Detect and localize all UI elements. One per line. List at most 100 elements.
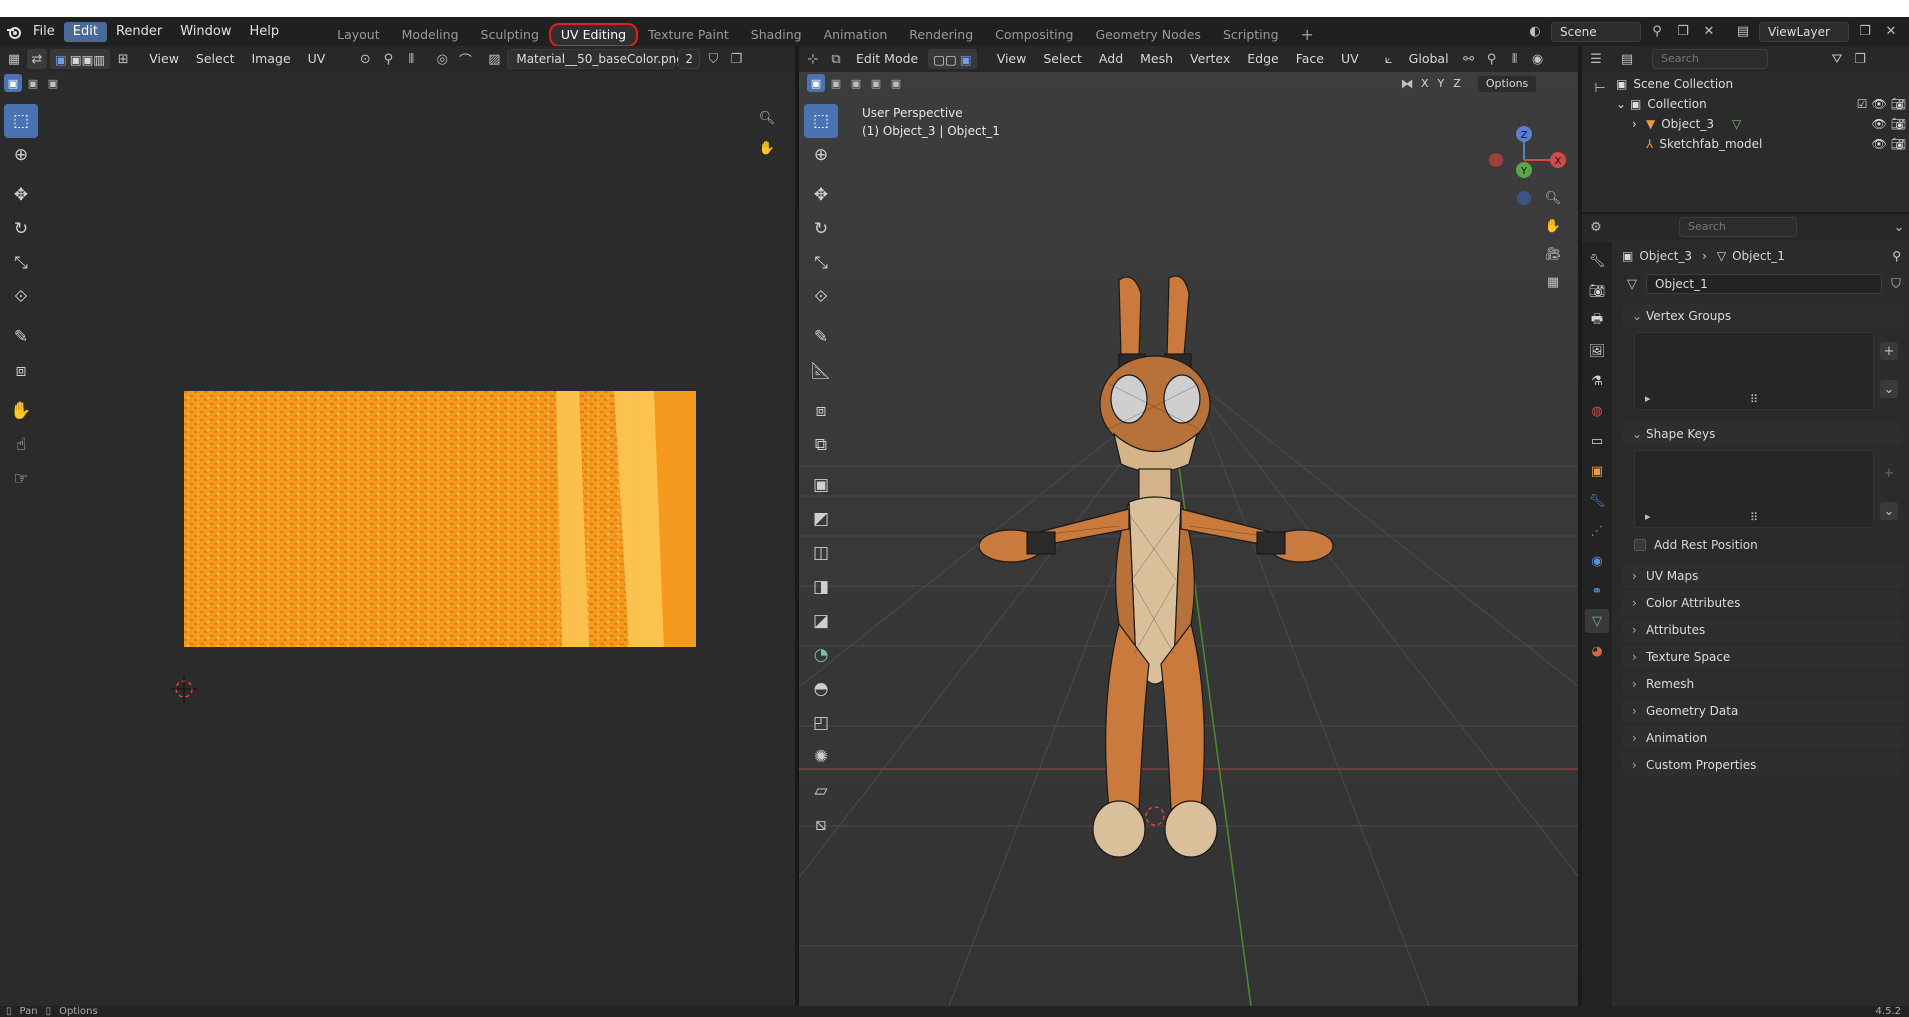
- vp-pan-icon[interactable]: ✋: [1543, 216, 1563, 236]
- vertex-group-specials-icon[interactable]: ⌄: [1880, 380, 1898, 398]
- tool-tab-icon[interactable]: 🔧︎: [1585, 249, 1609, 273]
- texture-space-panel[interactable]: › Texture Space: [1622, 645, 1903, 669]
- sketchfab-visibility-icon[interactable]: 👁︎: [1872, 137, 1887, 151]
- outliner-row-object-3[interactable]: › ▼ Object_3 ▽ 👁︎ 📷︎: [1606, 114, 1906, 134]
- vp-select-new-icon[interactable]: ▣: [807, 74, 825, 92]
- shape-keys-panel-header[interactable]: ⌄ Shape Keys: [1622, 422, 1903, 446]
- vp-cursor-tool[interactable]: ⊕: [804, 138, 838, 172]
- uv-menu-uv[interactable]: UV: [301, 49, 333, 69]
- tab-texture-paint[interactable]: Texture Paint: [637, 24, 740, 46]
- new-image-icon[interactable]: ❐: [726, 49, 746, 69]
- select-box-tool[interactable]: ⬚: [4, 104, 38, 138]
- pivot-icon[interactable]: ⊙: [355, 49, 375, 69]
- image-name-field[interactable]: Material__50_baseColor.png: [507, 49, 684, 69]
- mesh-name-field[interactable]: Object_1: [1646, 274, 1882, 294]
- extrude-region-tool[interactable]: ⧉: [804, 428, 838, 462]
- selection-mode-group[interactable]: ▣ ▣▣▥: [50, 49, 111, 69]
- proportional-editing-icon[interactable]: ◉: [1528, 49, 1548, 69]
- inset-faces-tool[interactable]: ▣: [804, 468, 838, 502]
- vp-menu-edge[interactable]: Edge: [1240, 49, 1285, 69]
- orientation-selector[interactable]: Global: [1402, 49, 1456, 69]
- vp-menu-mesh[interactable]: Mesh: [1133, 49, 1180, 69]
- image-users-count[interactable]: 2: [678, 49, 701, 69]
- shape-keys-list[interactable]: ▸ ⠿: [1634, 450, 1874, 528]
- tab-shading[interactable]: Shading: [740, 24, 813, 46]
- pivot-point-icon[interactable]: ⚯: [1459, 49, 1479, 69]
- mesh-data-icon[interactable]: ▽: [1732, 117, 1741, 131]
- snap-increment-icon[interactable]: ⫴: [1505, 49, 1525, 69]
- object-visibility-icon[interactable]: 👁︎: [1872, 117, 1887, 131]
- loop-cut-tool[interactable]: ◫: [804, 536, 838, 570]
- view-layer-icon[interactable]: ▤: [1733, 22, 1753, 42]
- vp-select-box-tool[interactable]: ⬚: [804, 104, 838, 138]
- scene-icon[interactable]: ◐: [1525, 22, 1545, 42]
- particles-tab-icon[interactable]: ⋰: [1585, 519, 1609, 543]
- sketchfab-render-icon[interactable]: 📷︎: [1891, 137, 1906, 151]
- edge-slide-tool[interactable]: ◰: [804, 706, 838, 740]
- shape-keys-resize-icon[interactable]: ⠿: [1750, 511, 1758, 524]
- vp-select-intersect-icon[interactable]: ▣: [887, 74, 905, 92]
- vp-menu-uv[interactable]: UV: [1334, 49, 1366, 69]
- object-render-icon[interactable]: 📷︎: [1891, 117, 1906, 131]
- outliner-editor-icon[interactable]: ☰: [1586, 49, 1606, 69]
- expand-object-icon[interactable]: ›: [1632, 117, 1646, 131]
- vp-transform-tool[interactable]: ⟐: [804, 280, 838, 314]
- geometry-data-panel[interactable]: › Geometry Data: [1622, 699, 1903, 723]
- add-vertex-group-icon[interactable]: +: [1880, 342, 1898, 360]
- tab-geometry-nodes[interactable]: Geometry Nodes: [1085, 24, 1212, 46]
- mesh-fake-user-icon[interactable]: ⛉: [1886, 274, 1906, 294]
- add-shape-key-icon[interactable]: +: [1880, 464, 1898, 482]
- knife-tool[interactable]: ◨: [804, 570, 838, 604]
- remove-scene-icon[interactable]: ✕: [1699, 22, 1719, 42]
- properties-search[interactable]: Search: [1679, 217, 1797, 237]
- uv-menu-view[interactable]: View: [142, 49, 186, 69]
- rip-region-tool[interactable]: ⧈: [4, 354, 38, 388]
- vp-select-invert-icon[interactable]: ▣: [867, 74, 885, 92]
- mesh-browse-icon[interactable]: ▽: [1622, 274, 1642, 294]
- view-layer-field[interactable]: ViewLayer: [1759, 21, 1849, 42]
- uv-menu-image[interactable]: Image: [244, 49, 297, 69]
- new-view-layer-icon[interactable]: ❐: [1855, 22, 1875, 42]
- uv-2d-cursor-icon[interactable]: [170, 675, 198, 703]
- select-box-mode-icon[interactable]: ▣: [4, 74, 22, 92]
- vp-menu-view[interactable]: View: [990, 49, 1034, 69]
- orientation-icon[interactable]: ⟀: [1379, 49, 1399, 69]
- scene-tab-icon[interactable]: ⚗: [1585, 369, 1609, 393]
- vp-select-extend-icon[interactable]: ▣: [827, 74, 845, 92]
- render-tab-icon[interactable]: 📷︎: [1585, 279, 1609, 303]
- zoom-icon[interactable]: 🔍︎: [757, 108, 777, 128]
- vp-zoom-icon[interactable]: 🔍︎: [1543, 188, 1563, 208]
- custom-properties-panel[interactable]: › Custom Properties: [1622, 753, 1903, 777]
- outliner-search[interactable]: Search: [1652, 49, 1768, 69]
- editor-type-icon[interactable]: ▦: [4, 49, 24, 69]
- animation-panel[interactable]: › Animation: [1622, 726, 1903, 750]
- outliner-filter-icon[interactable]: ⛛: [1827, 49, 1847, 69]
- vp-scale-tool[interactable]: ⤡: [804, 246, 838, 280]
- menu-edit[interactable]: Edit: [63, 21, 107, 42]
- transform-tool[interactable]: ⟐: [4, 280, 38, 314]
- sticky-select-icon[interactable]: ⊞: [113, 49, 133, 69]
- attributes-panel[interactable]: › Attributes: [1622, 618, 1903, 642]
- remesh-panel[interactable]: › Remesh: [1622, 672, 1903, 696]
- vp-menu-face[interactable]: Face: [1289, 49, 1331, 69]
- vertex-groups-resize-icon[interactable]: ⠿: [1750, 393, 1758, 406]
- viewport-editor-type-icon[interactable]: ⊹: [803, 49, 823, 69]
- world-tab-icon[interactable]: ◍: [1585, 399, 1609, 423]
- ortho-toggle-icon[interactable]: ▦: [1543, 272, 1563, 292]
- camera-view-icon[interactable]: 🎥︎: [1543, 244, 1563, 264]
- expand-collection-icon[interactable]: ⌄: [1616, 97, 1630, 111]
- tab-sculpting[interactable]: Sculpting: [470, 24, 550, 46]
- poly-build-tool[interactable]: ◪: [804, 604, 838, 638]
- vp-menu-add[interactable]: Add: [1092, 49, 1130, 69]
- add-rest-position-checkbox[interactable]: [1634, 539, 1646, 551]
- select-subtract-icon[interactable]: ▣: [44, 74, 62, 92]
- vp-move-tool[interactable]: ✥: [804, 178, 838, 212]
- rotate-tool[interactable]: ↻: [4, 212, 38, 246]
- physics-tab-icon[interactable]: ◉: [1585, 549, 1609, 573]
- pin-icon[interactable]: ⚲: [1647, 22, 1667, 42]
- add-rest-position-row[interactable]: Add Rest Position: [1612, 532, 1909, 558]
- tab-uv-editing[interactable]: UV Editing: [548, 23, 639, 47]
- spin-tool[interactable]: ◔: [804, 638, 838, 672]
- vp-select-subtract-icon[interactable]: ▣: [847, 74, 865, 92]
- menu-window[interactable]: Window: [171, 22, 240, 42]
